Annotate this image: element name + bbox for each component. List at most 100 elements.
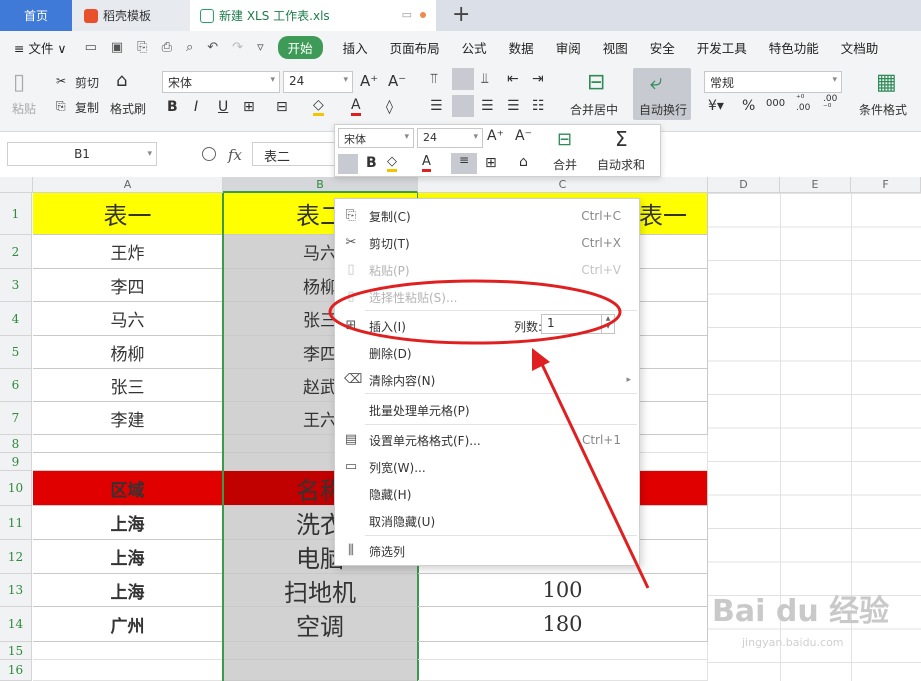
row-header-10[interactable]: 10 xyxy=(0,471,32,506)
indent-increase-icon[interactable]: ⇥ xyxy=(532,71,544,87)
mini-wrap-icon[interactable] xyxy=(338,154,358,174)
row-header-4[interactable]: 4 xyxy=(0,302,32,336)
cell-a9[interactable] xyxy=(33,453,223,471)
font-family-select[interactable]: 宋体 xyxy=(162,71,280,93)
tab-home[interactable]: 首页 xyxy=(0,0,72,31)
column-header-f[interactable]: F xyxy=(851,177,921,193)
mini-fill-color-icon[interactable]: ◇ xyxy=(387,154,397,172)
align-bottom-icon[interactable]: ⫫ xyxy=(481,71,489,87)
row-header-16[interactable]: 16 xyxy=(0,660,32,681)
save-icon[interactable]: ▣ xyxy=(111,40,123,55)
open-folder-icon[interactable]: ▭ xyxy=(85,40,97,55)
column-header-b[interactable]: B xyxy=(223,177,418,193)
cell-style-icon[interactable]: ⊟ xyxy=(276,99,288,115)
mini-size-select[interactable]: 24 xyxy=(417,128,483,148)
bold-icon[interactable]: B xyxy=(167,99,178,115)
mini-autosum-icon[interactable]: Σ xyxy=(615,127,628,151)
cell-a14[interactable]: 广州 xyxy=(33,607,223,642)
row-header-2[interactable]: 2 xyxy=(0,235,32,269)
column-count-stepper[interactable]: ▲ ▼ xyxy=(601,315,614,333)
print-icon[interactable]: ⎙ xyxy=(162,40,172,55)
tab-insert[interactable]: 插入 xyxy=(343,38,368,57)
menu-item-filter-column[interactable]: ⫼ 筛选列 xyxy=(335,538,639,564)
cell-a15[interactable] xyxy=(33,642,223,660)
mini-font-color-icon[interactable]: A xyxy=(422,154,431,172)
zoom-icon[interactable] xyxy=(202,147,216,161)
number-format-select[interactable]: 常规 xyxy=(704,71,842,93)
mini-border-icon[interactable]: ⊞ xyxy=(485,155,497,171)
percent-icon[interactable]: % xyxy=(742,98,755,114)
row-header-6[interactable]: 6 xyxy=(0,369,32,402)
underline-icon[interactable]: U xyxy=(218,99,228,115)
align-left-icon[interactable]: ☰ xyxy=(430,98,443,114)
cell-a11[interactable]: 上海 xyxy=(33,506,223,540)
menu-item-clear[interactable]: ⌫ 清除内容(N) ▸ xyxy=(335,367,639,393)
cell-a7[interactable]: 李建 xyxy=(33,402,223,435)
mini-font-select[interactable]: 宋体 xyxy=(338,128,414,148)
italic-icon[interactable]: I xyxy=(194,99,198,115)
cell-a2[interactable]: 王炸 xyxy=(33,235,223,269)
tab-formulas[interactable]: 公式 xyxy=(462,38,487,57)
column-header-a[interactable]: A xyxy=(33,177,223,193)
cell-a10[interactable]: 区域 xyxy=(33,471,223,506)
align-middle-icon[interactable] xyxy=(452,68,474,90)
cell-a16[interactable] xyxy=(33,660,223,681)
name-box[interactable]: B1 xyxy=(7,142,157,166)
indent-decrease-icon[interactable]: ⇤ xyxy=(507,71,519,87)
mini-shrink-font-icon[interactable]: A⁻ xyxy=(515,128,532,144)
cut-icon[interactable]: ✂ xyxy=(56,74,66,88)
decrease-decimal-icon[interactable]: .00 ⁻⁰ xyxy=(823,95,837,113)
merge-center-button[interactable]: 合并居中 xyxy=(570,101,618,118)
tab-security[interactable]: 安全 xyxy=(650,38,675,57)
row-header-8[interactable]: 8 xyxy=(0,435,32,453)
cell-a1[interactable]: 表一 xyxy=(33,193,223,235)
align-right-icon[interactable]: ☰ xyxy=(481,98,494,114)
cell-a6[interactable]: 张三 xyxy=(33,369,223,402)
cell-a3[interactable]: 李四 xyxy=(33,269,223,302)
conditional-format-icon[interactable]: ▦ xyxy=(876,70,897,95)
thousands-icon[interactable]: 000 xyxy=(766,98,785,109)
mini-merge-icon[interactable]: ⊟ xyxy=(557,129,572,150)
tab-developer[interactable]: 开发工具 xyxy=(697,38,747,57)
font-color-icon[interactable]: A xyxy=(351,97,361,116)
tab-workbook[interactable]: 新建 XLS 工作表.xls ▭ xyxy=(190,0,436,31)
row-header-9[interactable]: 9 xyxy=(0,453,32,471)
redo-icon[interactable]: ↷ xyxy=(232,40,243,55)
clear-format-icon[interactable]: ◊ xyxy=(386,99,393,115)
format-painter-icon[interactable]: ⌂ xyxy=(116,70,127,91)
grow-font-icon[interactable]: A⁺ xyxy=(360,72,378,90)
mini-clear-icon[interactable]: ⌂ xyxy=(519,154,528,170)
screen-icon[interactable]: ▭ xyxy=(402,8,412,21)
tab-doc-assistant[interactable]: 文档助 xyxy=(841,38,879,57)
mini-merge-button[interactable]: 合并 xyxy=(553,156,577,173)
tab-start[interactable]: 开始 xyxy=(277,36,323,59)
menu-item-format-cells[interactable]: ▤ 设置单元格格式(F)... Ctrl+1 xyxy=(335,427,639,453)
column-header-e[interactable]: E xyxy=(780,177,851,193)
border-icon[interactable]: ⊞ xyxy=(243,99,255,115)
row-header-12[interactable]: 12 xyxy=(0,540,32,574)
cell-a8[interactable] xyxy=(33,435,223,453)
row-header-14[interactable]: 14 xyxy=(0,607,32,642)
file-menu[interactable]: ≡ 文件 ∨ xyxy=(14,38,67,57)
fx-icon[interactable]: fx xyxy=(228,146,242,164)
tab-review[interactable]: 审阅 xyxy=(556,38,581,57)
undo-icon[interactable]: ↶ xyxy=(207,40,218,55)
cell-c16[interactable] xyxy=(418,660,708,681)
more-dropdown-icon[interactable]: ▿ xyxy=(257,40,264,55)
justify-icon[interactable]: ☰ xyxy=(507,98,520,114)
row-header-5[interactable]: 5 xyxy=(0,336,32,369)
copy-button[interactable]: 复制 xyxy=(75,99,99,116)
mini-bold-icon[interactable]: B xyxy=(366,155,377,171)
paste-icon[interactable]: ▯ xyxy=(13,70,25,95)
print-preview-icon[interactable]: ⌕ xyxy=(186,40,193,55)
export-pdf-icon[interactable]: ⎘ xyxy=(137,40,147,55)
tab-special[interactable]: 特色功能 xyxy=(769,38,819,57)
align-center-icon[interactable] xyxy=(452,95,474,117)
merge-center-icon[interactable]: ⊟ xyxy=(587,70,605,95)
align-top-icon[interactable]: ⫪ xyxy=(430,71,438,87)
menu-item-column-width[interactable]: ▭ 列宽(W)... xyxy=(335,454,639,480)
tab-data[interactable]: 数据 xyxy=(509,38,534,57)
column-count-input[interactable]: 1 ▲ ▼ xyxy=(541,314,615,334)
menu-item-batch[interactable]: 批量处理单元格(P) xyxy=(335,397,639,423)
cell-c14[interactable]: 180 xyxy=(418,607,708,642)
